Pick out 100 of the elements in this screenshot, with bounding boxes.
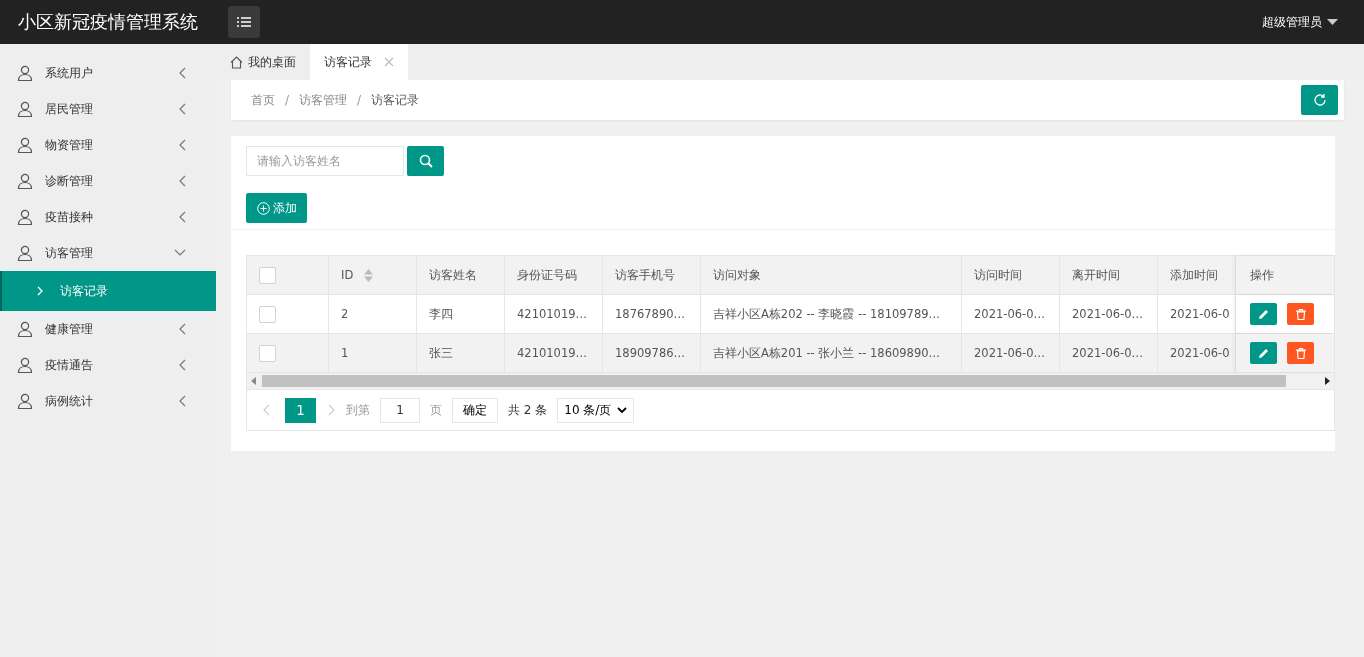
- sidebar-item[interactable]: 疫苗接种: [0, 199, 216, 235]
- user-icon: [17, 65, 33, 81]
- refresh-button[interactable]: [1301, 85, 1338, 115]
- table-cell: 18767890…: [615, 307, 686, 321]
- user-icon: [17, 321, 33, 337]
- user-menu[interactable]: 超级管理员: [1256, 12, 1344, 32]
- table-cell: 42101019…: [517, 307, 588, 321]
- page-size-select[interactable]: 10 条/页: [557, 397, 635, 423]
- page-number-field[interactable]: 1: [380, 397, 420, 423]
- sidebar-item[interactable]: 诊断管理: [0, 163, 216, 199]
- edit-button[interactable]: [1250, 303, 1277, 325]
- delete-button[interactable]: [1287, 303, 1314, 325]
- chevron-left-icon: [178, 103, 186, 115]
- breadcrumb-separator: /: [285, 93, 290, 107]
- trash-icon: [1295, 347, 1306, 359]
- table-cell: 2021-06-0: [1170, 307, 1230, 321]
- sidebar-item[interactable]: 病例统计: [0, 383, 216, 419]
- table-cell: 42101019…: [517, 346, 588, 360]
- table-cell: 2021-06-0…: [1072, 346, 1144, 360]
- chevron-right-icon: [37, 286, 43, 296]
- chevron-left-icon: [178, 175, 186, 187]
- column-header: 访问对象: [713, 267, 761, 283]
- chevron-left-icon: [178, 67, 186, 79]
- trash-icon: [1295, 308, 1306, 320]
- column-header: 操作: [1250, 267, 1274, 283]
- search-button[interactable]: [407, 146, 444, 176]
- search-field[interactable]: 请输入访客姓名: [246, 146, 404, 176]
- user-icon: [17, 357, 33, 373]
- table-cell: 2021-06-0…: [1072, 307, 1144, 321]
- search-icon: [418, 154, 433, 168]
- goto-label: 到第: [346, 401, 370, 419]
- user-icon: [17, 393, 33, 409]
- delete-button[interactable]: [1287, 342, 1314, 364]
- chevron-left-icon: [178, 395, 186, 407]
- menu-button[interactable]: [228, 6, 260, 38]
- confirm-button[interactable]: 确定: [452, 397, 498, 423]
- caret-icon: [617, 406, 628, 414]
- plus-circle-icon: [256, 201, 270, 215]
- table-cell: 2021-06-0…: [974, 346, 1046, 360]
- table-cell: 吉祥小区A栋202 -- 李晓霞 -- 18109789…: [713, 306, 941, 322]
- column-header: 离开时间: [1072, 267, 1120, 283]
- chevron-left-icon: [178, 211, 186, 223]
- row-checkbox[interactable]: [259, 305, 276, 323]
- column-header: ID: [341, 268, 354, 282]
- select-all-checkbox[interactable]: [259, 266, 276, 284]
- chevron-left-icon: [178, 139, 186, 151]
- column-header: 访问时间: [974, 267, 1022, 283]
- table-cell: 1: [341, 346, 349, 360]
- close-icon[interactable]: [384, 57, 394, 67]
- row-checkbox[interactable]: [259, 344, 276, 362]
- home-icon: [230, 55, 243, 69]
- user-icon: [17, 173, 33, 189]
- breadcrumb-separator: /: [357, 93, 362, 107]
- sidebar-item[interactable]: 健康管理: [0, 311, 216, 347]
- user-icon: [17, 101, 33, 117]
- pencil-icon: [1258, 347, 1269, 359]
- scroll-right-icon[interactable]: [1324, 377, 1330, 385]
- sidebar-item[interactable]: 访客管理: [0, 235, 216, 271]
- table-cell: 李四: [429, 306, 453, 322]
- sidebar-item[interactable]: 居民管理: [0, 91, 216, 127]
- column-header: 身份证号码: [517, 267, 577, 283]
- sidebar-subitem[interactable]: 访客记录: [0, 271, 216, 311]
- scroll-left-icon[interactable]: [251, 377, 257, 385]
- sidebar-item[interactable]: 物资管理: [0, 127, 216, 163]
- chevron-down-icon: [174, 249, 186, 257]
- next-page-icon[interactable]: [328, 404, 336, 416]
- breadcrumb-link[interactable]: 访客管理: [299, 91, 348, 109]
- table-cell: 18909786…: [615, 346, 686, 360]
- column-header: 访客手机号: [615, 267, 675, 283]
- sidebar-item[interactable]: 系统用户: [0, 55, 216, 91]
- user-icon: [17, 245, 33, 261]
- column-header: 添加时间: [1170, 267, 1218, 283]
- page-unit-label: 页: [430, 401, 442, 419]
- table-cell: 2021-06-0: [1170, 346, 1230, 360]
- table-cell: 张三: [429, 345, 453, 361]
- column-header: 访客姓名: [429, 267, 477, 283]
- tab[interactable]: 我的桌面: [216, 44, 310, 80]
- tab[interactable]: 访客记录: [310, 44, 408, 80]
- pencil-icon: [1258, 308, 1269, 320]
- table-cell: 2: [341, 307, 349, 321]
- edit-button[interactable]: [1250, 342, 1277, 364]
- table-cell: 2021-06-0…: [974, 307, 1046, 321]
- user-icon: [17, 209, 33, 225]
- sidebar-item[interactable]: 疫情通告: [0, 347, 216, 383]
- menu-icon: [237, 17, 251, 27]
- breadcrumb-link[interactable]: 首页: [251, 91, 275, 109]
- add-button[interactable]: 添加: [246, 193, 307, 223]
- refresh-icon: [1312, 93, 1327, 107]
- user-icon: [17, 137, 33, 153]
- page-button[interactable]: 1: [285, 397, 316, 423]
- horizontal-scrollbar[interactable]: [247, 373, 1334, 389]
- chevron-left-icon: [178, 359, 186, 371]
- breadcrumb-link[interactable]: 访客记录: [371, 91, 420, 109]
- total-count: 共 2 条: [508, 401, 548, 419]
- previous-page-icon[interactable]: [262, 404, 270, 416]
- table-cell: 吉祥小区A栋201 -- 张小兰 -- 18609890…: [713, 345, 941, 361]
- caret-icon: [1327, 19, 1338, 25]
- sort-icon[interactable]: [364, 268, 374, 282]
- chevron-left-icon: [178, 323, 186, 335]
- app-title: 小区新冠疫情管理系统: [18, 10, 199, 34]
